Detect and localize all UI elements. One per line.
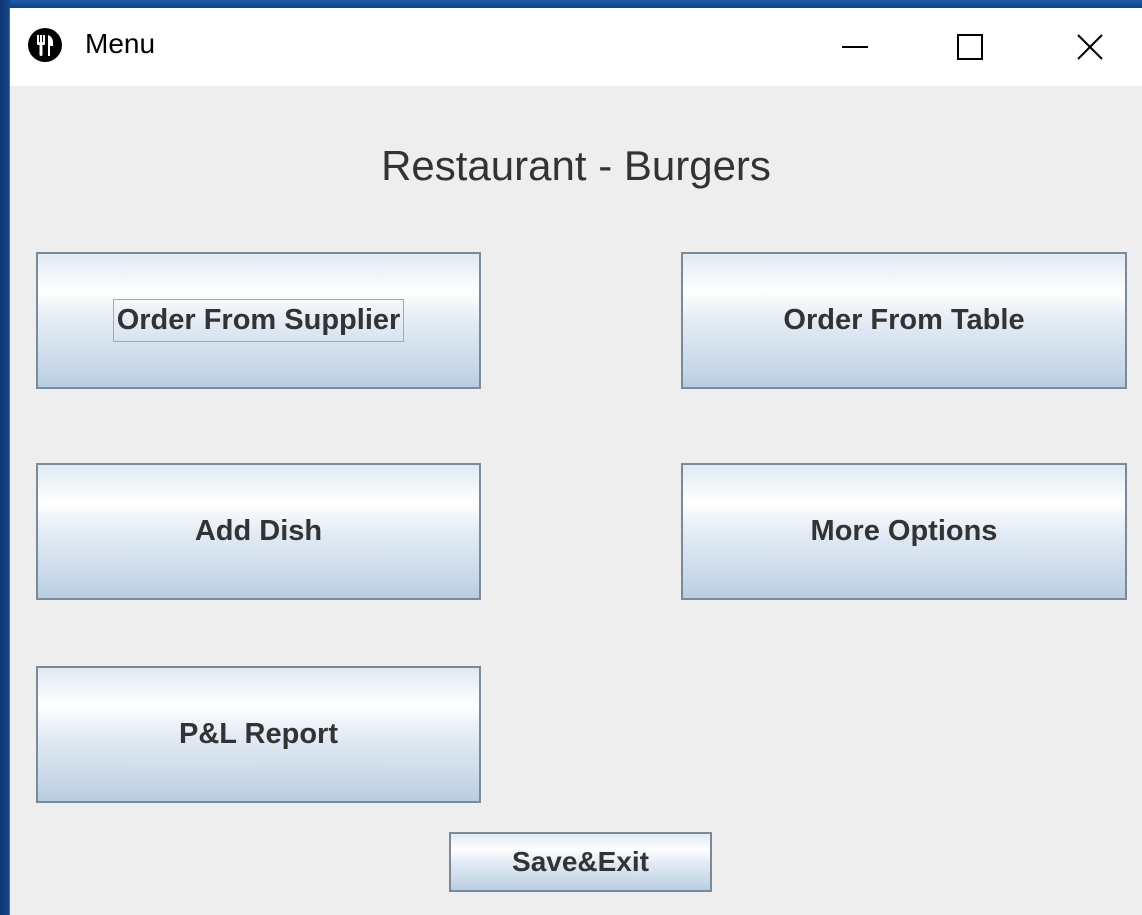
menu-window: Menu Restaurant - Burgers Order From Sup… (10, 8, 1142, 915)
fork-knife-icon (28, 28, 62, 62)
desktop-edge (0, 0, 10, 915)
more-options-button[interactable]: More Options (681, 463, 1127, 600)
maximize-button[interactable] (925, 8, 1015, 86)
order-from-table-label: Order From Table (783, 304, 1025, 336)
title-bar[interactable]: Menu (10, 8, 1142, 86)
minimize-icon (842, 46, 868, 48)
add-dish-label: Add Dish (194, 515, 323, 547)
save-exit-button[interactable]: Save&Exit (449, 832, 712, 892)
close-icon (1077, 34, 1103, 60)
desktop-background (0, 0, 1142, 8)
close-button[interactable] (1045, 8, 1135, 86)
minimize-button[interactable] (810, 8, 900, 86)
order-from-supplier-label: Order From Supplier (112, 299, 405, 342)
pl-report-label: P&L Report (179, 718, 338, 750)
pl-report-button[interactable]: P&L Report (36, 666, 481, 803)
order-from-table-button[interactable]: Order From Table (681, 252, 1127, 389)
order-from-supplier-button[interactable]: Order From Supplier (36, 252, 481, 389)
save-exit-label: Save&Exit (512, 846, 649, 877)
window-title: Menu (85, 28, 156, 59)
maximize-icon (957, 34, 983, 60)
restaurant-heading: Restaurant - Burgers (381, 142, 771, 189)
more-options-label: More Options (810, 515, 998, 547)
add-dish-button[interactable]: Add Dish (36, 463, 481, 600)
